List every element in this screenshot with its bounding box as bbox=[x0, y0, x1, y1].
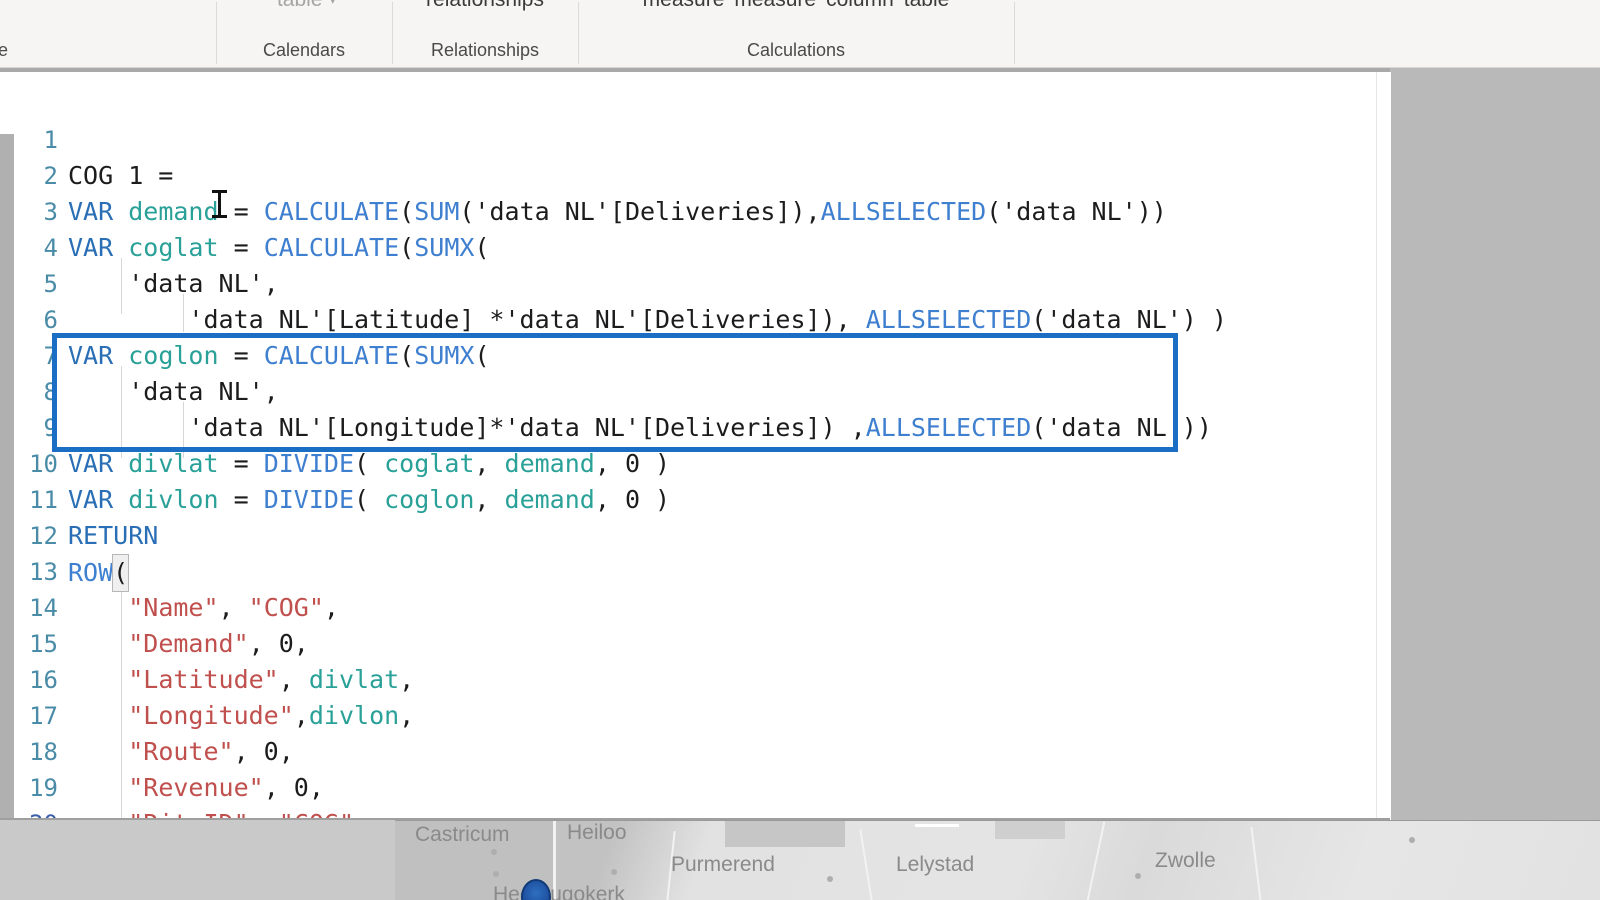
code-line[interactable]: 16 "Longitude",divlon, bbox=[14, 626, 1376, 730]
map-label-zwolle: Zwolle bbox=[1155, 849, 1216, 872]
ribbon-left-fragment: re bbox=[0, 40, 9, 60]
map-label-purmerend: Purmerend bbox=[671, 853, 775, 876]
code-lines[interactable]: 1 COG 1 = 2 VAR demand = CALCULATE(SUM('… bbox=[14, 86, 1376, 820]
code-line[interactable]: 8 'data NL'[Longitude]*'data NL'[Deliver… bbox=[14, 338, 1376, 442]
ribbon-group-calendars: table▾ Calendars bbox=[216, 0, 392, 68]
map-point bbox=[491, 849, 497, 855]
map-point bbox=[1135, 873, 1141, 879]
ribbon-group-label-calculations: Calculations bbox=[746, 40, 846, 60]
editor-text-area[interactable]: 1 COG 1 = 2 VAR demand = CALCULATE(SUM('… bbox=[14, 72, 1376, 820]
powerbi-dax-editor-screen: re table▾ Calendars relationships Relati… bbox=[0, 0, 1600, 900]
ribbon-bar: re table▾ Calendars relationships Relati… bbox=[0, 0, 1600, 68]
map-water-area bbox=[725, 821, 845, 847]
chevron-down-icon[interactable]: ▾ bbox=[330, 0, 337, 7]
ribbon-separator bbox=[1014, 2, 1015, 64]
dax-formula-editor[interactable]: 1 COG 1 = 2 VAR demand = CALCULATE(SUM('… bbox=[0, 68, 1391, 820]
map-point bbox=[827, 876, 833, 882]
ribbon-group-calculations: measuremeasurecolumntable Calculations bbox=[578, 0, 1014, 68]
map-point bbox=[611, 869, 617, 875]
code-line[interactable]: 2 VAR demand = CALCULATE(SUM('data NL'[D… bbox=[14, 122, 1376, 226]
map-point bbox=[493, 871, 499, 877]
code-line[interactable]: 15 "Latitude", divlat, bbox=[14, 590, 1376, 694]
scrollbar-thumb[interactable] bbox=[0, 72, 15, 134]
code-line[interactable]: 11 RETURN bbox=[14, 446, 1376, 550]
ribbon-button-new-column[interactable]: column bbox=[821, 0, 899, 12]
code-line[interactable]: 9 VAR divlat = DIVIDE( coglat, demand, 0… bbox=[14, 374, 1376, 478]
ribbon-button-quick-measure[interactable]: measure bbox=[729, 0, 821, 12]
code-line[interactable]: 10 VAR divlon = DIVIDE( coglon, demand, … bbox=[14, 410, 1376, 514]
code-line[interactable]: 3 VAR coglat = CALCULATE(SUMX( bbox=[14, 158, 1376, 262]
ribbon-group-label-relationships: Relationships bbox=[430, 40, 540, 60]
code-line[interactable]: 5 'data NL'[Latitude] *'data NL'[Deliver… bbox=[14, 230, 1376, 334]
map-visual-strip: Castricum Heiloo Purmerend Lelystad Zwol… bbox=[0, 820, 1600, 900]
ribbon-button-date-table[interactable]: table bbox=[272, 0, 328, 12]
editor-right-margin bbox=[1376, 72, 1391, 820]
code-line[interactable]: 19 "Rit ID", "COG" bbox=[14, 734, 1376, 820]
ribbon-button-new-table[interactable]: table bbox=[899, 0, 955, 12]
code-line[interactable]: 14 "Demand", 0, bbox=[14, 554, 1376, 658]
ribbon-button-manage-relationships[interactable]: relationships bbox=[421, 0, 549, 12]
code-line[interactable]: 1 COG 1 = bbox=[14, 86, 1376, 190]
map-label-lelystad: Lelystad bbox=[896, 853, 975, 876]
code-line[interactable]: 13 "Name", "COG", bbox=[14, 518, 1376, 622]
map-water-area bbox=[995, 821, 1065, 839]
map-canvas[interactable]: Castricum Heiloo Purmerend Lelystad Zwol… bbox=[395, 820, 1600, 900]
map-road-line bbox=[915, 824, 959, 827]
ribbon-button-new-measure[interactable]: measure bbox=[638, 0, 730, 12]
map-label-heerhugokerk: Heerhugokerk bbox=[493, 883, 625, 900]
ribbon-group-relationships: relationships Relationships bbox=[392, 0, 578, 68]
code-line[interactable]: 12 ROW( bbox=[14, 482, 1376, 592]
map-label-heiloo: Heiloo bbox=[567, 821, 627, 844]
code-line[interactable]: 17 "Route", 0, bbox=[14, 662, 1376, 766]
code-line[interactable]: 6 VAR coglon = CALCULATE(SUMX( bbox=[14, 266, 1376, 370]
editor-vertical-scrollbar[interactable] bbox=[0, 72, 15, 820]
code-line[interactable]: 7 'data NL', bbox=[14, 302, 1376, 406]
code-line[interactable]: 20 ) bbox=[14, 770, 1376, 820]
code-line[interactable]: 4 'data NL', bbox=[14, 194, 1376, 298]
code-line[interactable]: 18 "Revenue", 0, bbox=[14, 698, 1376, 802]
ribbon-group-label-calendars: Calendars bbox=[262, 40, 346, 60]
map-point bbox=[1409, 837, 1415, 843]
map-label-castricum: Castricum bbox=[415, 823, 510, 846]
